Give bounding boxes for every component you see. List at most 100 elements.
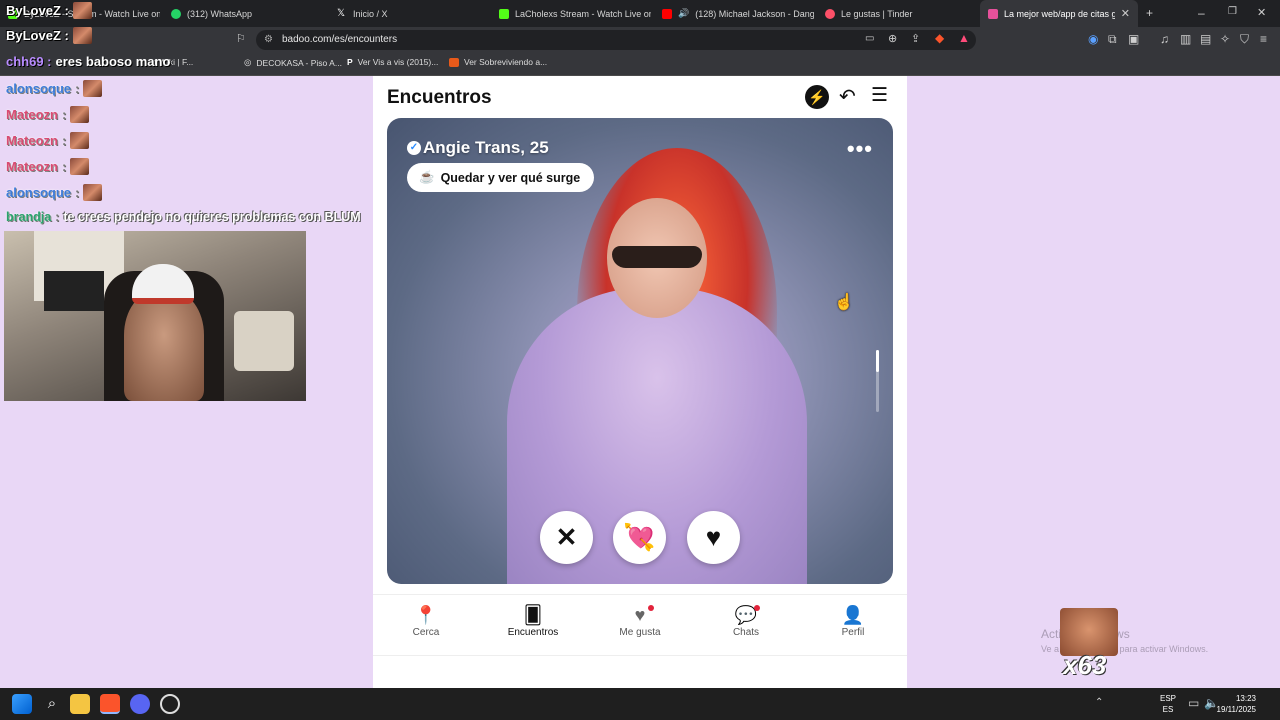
minimize-button[interactable]: – [1198,6,1205,20]
tab-whatsapp[interactable]: (312) WhatsApp [163,0,326,27]
music-icon[interactable]: ♫ [1160,32,1169,46]
cards-icon: 🂠 [523,605,543,625]
heart-arrow-icon: 💘 [623,522,656,552]
language-indicator[interactable]: ESP ES [1160,693,1176,715]
windows-start-icon[interactable] [12,694,32,714]
network-icon[interactable]: ▭ [1188,696,1199,710]
p-site-icon: P [347,57,353,67]
hand-cursor-icon: ☝ [834,294,854,311]
emote-icon [72,2,92,19]
overlay-chat-message-top: ByLoveZ : [6,27,92,44]
menu-icon[interactable]: ≡ [1260,32,1267,46]
profile-name: Angie Trans, 25 [423,138,549,157]
tinder-icon [825,8,835,19]
overlay-chat-message: chh69 : eres baboso mano [6,54,171,69]
site-settings-icon[interactable]: ⚙ [264,30,273,50]
bottom-nav: 📍 Cerca 🂠 Encuentros ♥ Me gusta 💬 Chats 👤 Per… [373,594,907,656]
emote-combo-counter: x63 [1060,608,1118,680]
nav-encuentros[interactable]: 🂠 Encuentros [483,605,583,638]
hearts-icon: ♥ [590,605,690,627]
verified-check-icon: ✓ [407,141,421,155]
obs-icon[interactable] [160,694,180,714]
chat-bubbles-icon: 💬 [696,605,796,627]
maximize-button[interactable]: ❐ [1228,6,1237,17]
emote-icon [70,106,90,123]
close-window-button[interactable]: ✕ [1257,6,1266,19]
emote-icon [72,27,92,44]
background-shelf [234,311,294,371]
whatsapp-icon [171,8,181,19]
bookmark-icon[interactable]: ⚐ [236,32,246,45]
screenshot-icon[interactable]: ▣ [1128,32,1139,46]
tab-youtube[interactable]: 🔊(128) Michael Jackson - Dangero [654,0,814,27]
chat-line: brandja: te crees pendejo no quieres prob… [6,210,361,224]
close-tab-icon[interactable]: ✕ [1121,7,1130,20]
page-title: Encuentros [387,87,492,108]
nav-chats[interactable]: 💬 Chats [696,605,796,638]
extensions-icon[interactable]: ⧉ [1108,32,1117,47]
tab-tinder[interactable]: Le gustas | Tinder [817,0,977,27]
leo-ai-icon[interactable]: ✧ [1220,32,1230,46]
wallet-icon[interactable]: ▤ [1200,32,1211,46]
notification-dot [648,605,654,611]
tab-badoo[interactable]: La mejor web/app de citas gratis✕ [980,0,1138,27]
user-icon: 👤 [841,605,865,625]
streamer [124,291,204,401]
system-clock[interactable]: 13:23 19/11/2025 [1217,693,1256,715]
intent-chip: ☕ Quedar y ver qué surge [407,163,595,192]
emote-icon [70,158,90,175]
chat-line: Mateozn: [6,158,90,175]
nav-cerca[interactable]: 📍 Cerca [376,605,476,638]
more-options-icon[interactable]: ••• [847,136,873,162]
location-pin-icon: 📍 [414,605,438,625]
sidebar-icon[interactable]: ▥ [1180,32,1191,46]
tab-x[interactable]: 𝕏 Inicio / X [329,0,489,27]
vpn-icon[interactable]: ◉ [1088,32,1098,46]
bookmark-decokasa[interactable]: ◎ DECOKASA - Piso A... [244,57,342,68]
tray-chevron-icon[interactable]: ⌃ [1095,697,1103,708]
zoom-icon[interactable]: ⊕ [888,32,897,45]
file-explorer-icon[interactable] [70,694,90,714]
webcam-feed [4,231,306,401]
beanie [132,264,194,304]
boost-lightning-icon[interactable]: ⚡ [805,85,829,109]
brave-shield-icon[interactable]: ◆ [935,31,944,45]
crush-button[interactable]: 💘 [613,511,666,564]
x-logo-icon: 𝕏 [337,7,346,19]
cast-icon[interactable]: ▭ [865,33,874,44]
badoo-icon [988,8,998,19]
nav-perfil[interactable]: 👤 Perfil [803,605,903,638]
windows-taskbar: ⌕ ⌃ ESP ES ▭ 🔈 13:23 19/11/2025 [0,688,1280,720]
emote-icon [1060,608,1118,656]
photo-scroll-indicator [876,350,879,412]
shield-icon[interactable]: ⛉ [1240,32,1249,47]
brave-rewards-icon[interactable]: ▲ [958,31,970,45]
pass-button[interactable]: ✕ [540,511,593,564]
brave-browser-icon[interactable] [100,694,120,714]
emote-icon [70,132,90,149]
badoo-encounters-page: Encuentros ⚡ ↶ ☰ ✓ Angie Trans, 25 ☕ Qued… [373,76,907,688]
bookmarks-bar: st Wiki | F... ◎ DECOKASA - Piso A... P Ve… [0,53,1280,76]
globe-icon: ◎ [244,57,252,67]
kick-icon [499,8,509,19]
speaker-icon: 🔊 [678,8,690,18]
like-button[interactable]: ♥ [687,511,740,564]
bookmark-sobreviviendo[interactable]: Ver Sobreviviendo a... [449,57,547,67]
share-icon[interactable]: ⇪ [911,32,920,45]
new-tab-button[interactable]: + [1146,6,1153,20]
close-icon: ✕ [555,522,578,552]
bookmark-vis-a-vis[interactable]: P Ver Vis a vis (2015)... [347,57,438,67]
nav-me-gusta[interactable]: ♥ Me gusta [590,605,690,638]
discord-icon[interactable] [130,694,150,714]
site-icon [449,57,459,67]
profile-photo-sunglasses [612,246,702,268]
undo-icon[interactable]: ↶ [839,84,856,109]
coffee-cup-icon: ☕ [419,170,435,184]
tab-lacholexs-stream[interactable]: LaCholexs Stream - Watch Live on Ki [491,0,651,27]
chat-line: alonsoque: [6,80,103,97]
browser-tab-bar: ByLoveZ - Stream - Watch Live on Ki (312… [0,0,1280,27]
search-icon[interactable]: ⌕ [42,694,62,714]
youtube-icon [662,8,672,19]
filters-icon[interactable]: ☰ [871,84,888,107]
profile-card[interactable]: ✓ Angie Trans, 25 ☕ Quedar y ver qué surg… [387,118,893,584]
